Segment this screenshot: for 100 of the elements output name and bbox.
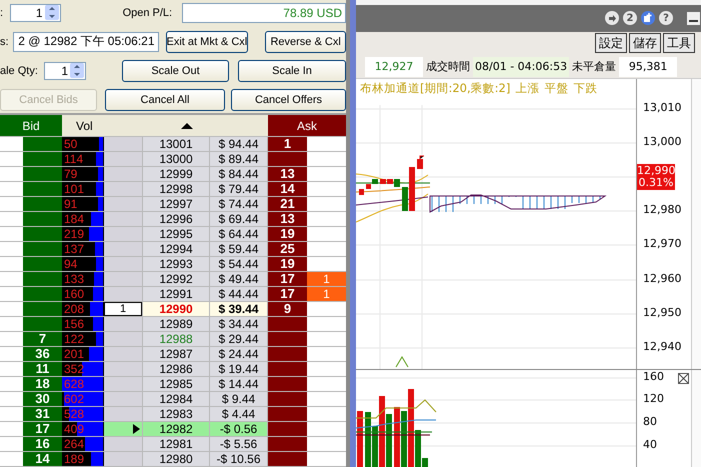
order-cell[interactable] [104, 452, 143, 466]
ask-order-cell[interactable] [307, 167, 346, 181]
scale-qty-spin-field[interactable]: 1 [44, 62, 86, 80]
order-cell[interactable] [104, 287, 143, 301]
order-cell[interactable] [104, 422, 143, 436]
order-cell[interactable] [104, 227, 143, 241]
order-cell[interactable] [104, 242, 143, 256]
order-cell[interactable] [104, 377, 143, 391]
bid-size-cell[interactable]: 31 [23, 407, 62, 421]
bid-size-cell[interactable] [23, 152, 62, 166]
order-cell[interactable] [104, 317, 143, 331]
ask-order-cell[interactable] [307, 362, 346, 376]
ask-order-cell[interactable] [307, 152, 346, 166]
bid-size-cell[interactable]: 7 [23, 332, 62, 346]
order-cell[interactable] [104, 152, 143, 166]
bid-size-cell[interactable] [23, 242, 62, 256]
new-window-button[interactable] [641, 11, 655, 26]
bid-size-cell[interactable] [23, 317, 62, 331]
ask-size-cell[interactable] [268, 347, 307, 361]
ask-size-cell[interactable] [268, 332, 307, 346]
quantity-spin-field[interactable]: 1 [10, 4, 61, 22]
scale-in-button[interactable]: Scale In [238, 60, 346, 82]
ask-size-cell[interactable]: 14 [268, 182, 307, 196]
ask-order-cell[interactable] [307, 227, 346, 241]
ask-order-cell[interactable] [307, 182, 346, 196]
bid-size-cell[interactable] [23, 212, 62, 226]
page-button[interactable]: ? [659, 11, 673, 26]
order-cell[interactable] [104, 362, 143, 376]
ask-order-cell[interactable] [307, 242, 346, 256]
ask-order-cell[interactable] [307, 332, 346, 346]
minimize-button[interactable] [687, 12, 700, 25]
ask-size-cell[interactable] [268, 422, 307, 436]
ask-order-cell[interactable] [307, 437, 346, 451]
bid-size-cell[interactable]: 11 [23, 362, 62, 376]
sort-arrow-icon[interactable] [181, 122, 193, 129]
toolbar-button[interactable]: 工具 [663, 33, 695, 54]
ask-size-cell[interactable]: 19 [268, 227, 307, 241]
bid-size-cell[interactable] [23, 287, 62, 301]
order-cell[interactable] [104, 257, 143, 271]
ask-size-cell[interactable] [268, 317, 307, 331]
ask-order-cell[interactable] [307, 197, 346, 211]
bid-size-cell[interactable]: 14 [23, 452, 62, 466]
ask-order-cell[interactable] [307, 212, 346, 226]
bid-size-cell[interactable] [23, 197, 62, 211]
order-cell[interactable] [104, 437, 143, 451]
ask-size-cell[interactable] [268, 437, 307, 451]
ask-order-cell[interactable] [307, 407, 346, 421]
ask-order-cell[interactable] [307, 257, 346, 271]
bid-size-cell[interactable]: 17 [23, 422, 62, 436]
bid-size-cell[interactable] [23, 227, 62, 241]
ask-size-cell[interactable] [268, 452, 307, 466]
ask-order-cell[interactable] [307, 422, 346, 436]
order-cell[interactable] [104, 407, 143, 421]
bid-size-cell[interactable]: 16 [23, 437, 62, 451]
ask-order-cell[interactable] [307, 377, 346, 391]
ask-order-cell[interactable] [307, 347, 346, 361]
order-cell[interactable] [104, 212, 143, 226]
forward-button[interactable] [605, 11, 619, 26]
bid-size-cell[interactable] [23, 302, 62, 316]
toolbar-button[interactable]: 設定 [595, 33, 627, 54]
cancel-offers-button[interactable]: Cancel Offers [231, 88, 346, 110]
ask-order-cell[interactable] [307, 452, 346, 466]
ask-order-cell[interactable] [307, 317, 346, 331]
ask-size-cell[interactable] [268, 377, 307, 391]
ask-order-cell[interactable] [307, 392, 346, 406]
bid-size-cell[interactable] [23, 167, 62, 181]
page-button[interactable]: 2 [623, 11, 637, 26]
close-pane-button[interactable] [678, 373, 689, 384]
bid-column-header[interactable]: Bid [0, 115, 62, 136]
ask-size-cell[interactable]: 25 [268, 242, 307, 256]
scale-out-button[interactable]: Scale Out [122, 60, 229, 82]
bid-size-cell[interactable]: 18 [23, 377, 62, 391]
bid-size-cell[interactable]: 36 [23, 347, 62, 361]
ask-size-cell[interactable]: 1 [268, 137, 307, 151]
ask-size-cell[interactable] [268, 392, 307, 406]
ask-size-cell[interactable]: 21 [268, 197, 307, 211]
order-cell[interactable] [104, 197, 143, 211]
ask-size-cell[interactable]: 13 [268, 167, 307, 181]
ask-size-cell[interactable] [268, 152, 307, 166]
ask-size-cell[interactable]: 9 [268, 302, 307, 316]
toolbar-button[interactable]: 儲存 [629, 33, 661, 54]
ask-size-cell[interactable]: 19 [268, 257, 307, 271]
ask-size-cell[interactable]: 13 [268, 212, 307, 226]
ask-order-cell[interactable] [307, 302, 346, 316]
ask-size-cell[interactable]: 17 [268, 287, 307, 301]
bid-size-cell[interactable] [23, 257, 62, 271]
bid-size-cell[interactable] [23, 272, 62, 286]
order-cell[interactable] [104, 272, 143, 286]
order-cell[interactable] [104, 347, 143, 361]
cancel-all-button[interactable]: Cancel All [105, 88, 225, 110]
order-cell[interactable] [104, 182, 143, 196]
ask-order-cell[interactable] [307, 137, 346, 151]
exit-at-market-button[interactable]: Exit at Mkt & Cxl [166, 30, 248, 52]
ask-size-cell[interactable] [268, 407, 307, 421]
reverse-button[interactable]: Reverse & Cxl [265, 30, 346, 52]
ask-size-cell[interactable]: 17 [268, 272, 307, 286]
ask-column-header[interactable]: Ask [268, 115, 346, 136]
ask-size-cell[interactable] [268, 362, 307, 376]
order-cell[interactable] [104, 392, 143, 406]
bid-size-cell[interactable] [23, 137, 62, 151]
